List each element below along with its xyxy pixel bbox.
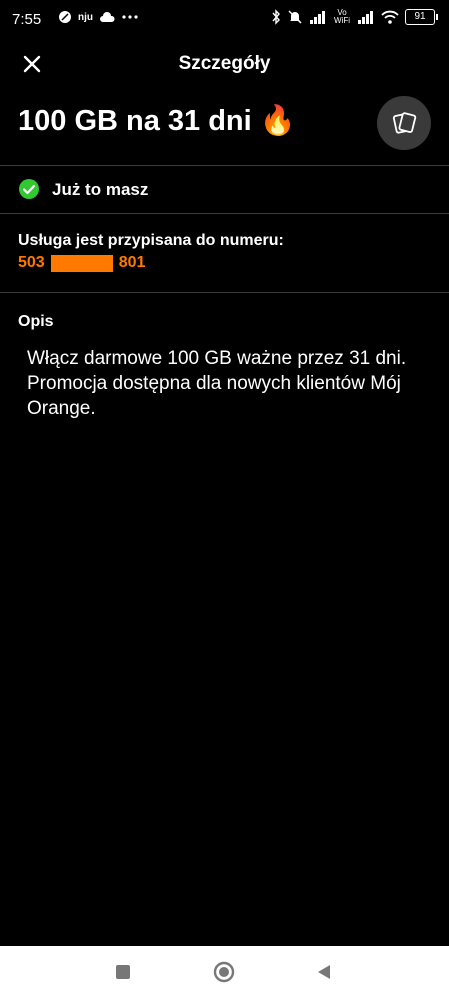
status-right-icons: Vo WiFi 91 xyxy=(271,8,438,25)
assigned-label: Usługa jest przypisana do numeru: xyxy=(18,232,284,249)
vowifi-icon: Vo WiFi xyxy=(334,8,350,25)
mute-icon xyxy=(288,10,302,24)
signal-icon xyxy=(358,11,373,24)
system-nav-bar xyxy=(0,946,449,998)
divider xyxy=(0,213,449,214)
header: Szczegóły xyxy=(0,40,449,88)
offer-title-row: 100 GB na 31 dni 🔥 xyxy=(0,96,449,156)
phone-number-suffix: 801 xyxy=(118,254,146,271)
cards-icon xyxy=(392,112,417,134)
offer-title: 100 GB na 31 dni 🔥 xyxy=(18,105,296,137)
description-heading: Opis xyxy=(18,313,54,330)
battery-icon: 91 xyxy=(405,9,438,25)
page-header-title: Szczegóły xyxy=(178,53,271,74)
status-bar: 7:55 nju Vo WiFi 91 xyxy=(0,0,449,38)
assigned-number-section: Usługa jest przypisana do numeru: 503 80… xyxy=(18,232,284,272)
phone-number-prefix: 503 xyxy=(18,254,45,271)
status-left-icons: nju xyxy=(58,10,139,24)
phone-number: 503 801 xyxy=(18,254,284,272)
cards-button[interactable] xyxy=(377,96,431,150)
wifi-icon xyxy=(381,10,399,24)
signal-icon xyxy=(310,11,325,24)
owned-label: Już to masz xyxy=(52,180,149,199)
check-circle-icon xyxy=(19,179,39,199)
whatsapp-icon xyxy=(59,11,71,23)
recent-apps-button[interactable] xyxy=(116,965,130,979)
status-time: 7:55 xyxy=(12,11,42,28)
back-button[interactable] xyxy=(315,963,333,981)
bluetooth-icon xyxy=(272,9,280,25)
description-text: Włącz darmowe 100 GB ważne przez 31 dni.… xyxy=(27,348,407,419)
cloud-icon xyxy=(100,12,115,22)
owned-status-row: Już to masz xyxy=(0,166,449,212)
redacted-block xyxy=(50,254,113,272)
home-button[interactable] xyxy=(213,961,235,983)
divider xyxy=(0,292,449,293)
more-dots-icon xyxy=(122,15,138,19)
nju-icon: nju xyxy=(78,11,93,23)
